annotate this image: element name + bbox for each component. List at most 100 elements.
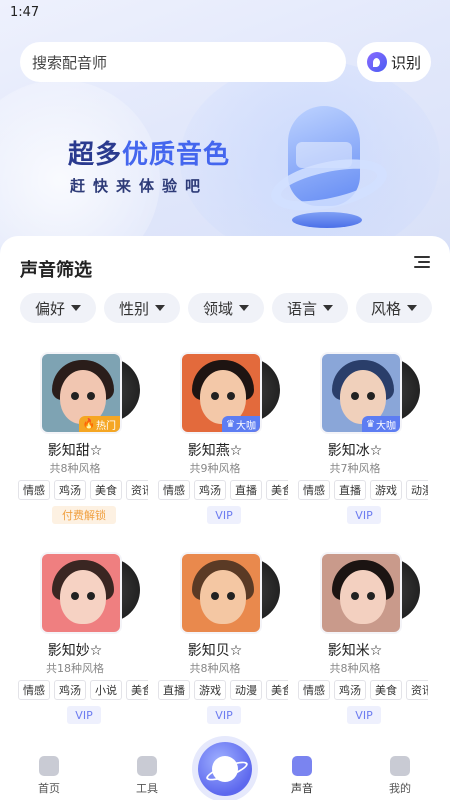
vip-label: VIP [347,506,381,524]
hero-subtitle: 赶快来体验吧 [70,177,209,195]
tab-label: 首页 [38,782,60,795]
filter-chip-style[interactable]: 风格 [356,293,432,323]
filter-chips: 偏好 性别 领域 语言 风格 [20,293,450,323]
paid-unlock-button[interactable]: 付费解锁 [52,506,116,524]
voice-tag[interactable]: 动漫 [230,680,262,700]
identify-label: 识别 [390,53,421,72]
voice-tag[interactable]: 情感 [18,480,50,500]
tools-icon [137,756,157,776]
filter-chip-gender[interactable]: 性别 [104,293,180,323]
voice-tag[interactable]: 直播 [158,680,190,700]
filter-chip-label: 偏好 [34,299,65,318]
voice-name: 影知燕☆ [187,443,243,459]
voice-tags: 情感 鸡汤 美食 资讯 [18,480,148,500]
voice-tag[interactable]: 游戏 [370,480,402,500]
tab-profile[interactable]: 我的 [370,756,430,800]
hero-title: 超多优质音色 [68,134,230,171]
identify-icon [366,52,387,72]
flame-icon: 🔥 [82,418,95,430]
tab-tools[interactable]: 工具 [117,756,177,800]
voice-tag[interactable]: 鸡汤 [334,680,366,700]
sort-menu-icon[interactable] [414,256,430,270]
voice-tag[interactable]: 直播 [230,480,262,500]
badge-label: 大咖 [376,420,396,432]
voice-cover[interactable] [180,552,280,636]
voice-tag[interactable]: 动漫 [406,480,428,500]
voice-card[interactable]: 影知妙☆ 共18种风格 情感 鸡汤 小说 美食 VIP [0,552,150,742]
filter-chip-label: 语言 [286,299,317,318]
voice-tag[interactable]: 美食 [90,480,122,500]
filter-chip-preference[interactable]: 偏好 [20,293,96,323]
hero-banner: 超多优质音色 赶快来体验吧 [0,0,450,260]
voice-name: 影知甜☆ [47,443,103,459]
voice-tag[interactable]: 资讯 [406,680,428,700]
voice-card[interactable]: 影知贝☆ 共8种风格 直播 游戏 动漫 美食 VIP [140,552,290,742]
vip-badge: ♛ 大咖 [362,416,400,432]
voice-cover[interactable] [320,552,420,636]
voice-tag[interactable]: 美食 [370,680,402,700]
voice-tag[interactable]: 情感 [298,480,330,500]
avatar: 🔥 热门 [40,352,122,434]
voice-cover[interactable]: ♛ 大咖 [320,352,420,436]
filter-chip-language[interactable]: 语言 [272,293,348,323]
voice-card[interactable]: ♛ 大咖 影知冰☆ 共7种风格 情感 直播 游戏 动漫 VIP [280,352,430,542]
microphone-illustration [266,100,400,240]
voice-tag[interactable]: 情感 [298,680,330,700]
avatar: ♛ 大咖 [180,352,262,434]
profile-icon [390,756,410,776]
voice-card[interactable]: 影知米☆ 共8种风格 情感 鸡汤 美食 资讯 VIP [280,552,430,742]
voice-cover[interactable]: ♛ 大咖 [180,352,280,436]
tab-label: 声音 [291,782,313,795]
style-count: 共9种风格 [189,462,241,475]
caret-down-icon [239,305,249,311]
status-time: 1:47 [10,5,40,20]
voice-cover[interactable]: 🔥 热门 [40,352,140,436]
caret-down-icon [323,305,333,311]
filter-chip-label: 性别 [118,299,149,318]
home-icon [39,756,59,776]
section-title: 声音筛选 [20,260,92,281]
voice-tag[interactable]: 鸡汤 [54,480,86,500]
voice-name: 影知米☆ [327,643,383,659]
identify-button[interactable]: 识别 [357,42,431,82]
voice-tags: 情感 鸡汤 小说 美食 [18,680,148,700]
voice-icon [292,756,312,776]
vip-label: VIP [207,506,241,524]
voice-card[interactable]: 🔥 热门 影知甜☆ 共8种风格 情感 鸡汤 美食 资讯 付费解锁 [0,352,150,542]
voice-tag[interactable]: 游戏 [194,680,226,700]
avatar [320,552,402,634]
voice-tag[interactable]: 直播 [334,480,366,500]
tab-label: 工具 [136,782,158,795]
style-count: 共8种风格 [329,662,381,675]
filter-chip-domain[interactable]: 领域 [188,293,264,323]
crown-icon: ♛ [366,418,375,430]
tab-voice[interactable]: 声音 [272,756,332,800]
caret-down-icon [71,305,81,311]
voice-tag[interactable]: 情感 [18,680,50,700]
voice-tags: 情感 鸡汤 直播 美食 [158,480,288,500]
planet-icon [212,756,238,782]
hero-title-part2: 优质音色 [122,140,231,170]
voice-tag[interactable]: 小说 [90,680,122,700]
caret-down-icon [155,305,165,311]
voice-name: 影知贝☆ [187,643,243,659]
tab-home[interactable]: 首页 [19,756,79,800]
voice-tags: 情感 直播 游戏 动漫 [298,480,428,500]
filter-chip-label: 风格 [370,299,401,318]
voice-card[interactable]: ♛ 大咖 影知燕☆ 共9种风格 情感 鸡汤 直播 美食 VIP [140,352,290,542]
voice-name: 影知妙☆ [47,643,103,659]
avatar: ♛ 大咖 [320,352,402,434]
search-input[interactable]: 搜索配音师 [20,42,346,82]
voice-tags: 情感 鸡汤 美食 资讯 [298,680,428,700]
voice-cover[interactable] [40,552,140,636]
avatar [180,552,262,634]
center-action-button[interactable] [198,742,252,796]
voice-tag[interactable]: 鸡汤 [194,480,226,500]
filter-chip-label: 领域 [202,299,233,318]
vip-label: VIP [67,706,101,724]
voice-tag[interactable]: 情感 [158,480,190,500]
voice-tags: 直播 游戏 动漫 美食 [158,680,288,700]
crown-icon: ♛ [226,418,235,430]
voice-tag[interactable]: 鸡汤 [54,680,86,700]
tab-label: 我的 [389,782,411,795]
